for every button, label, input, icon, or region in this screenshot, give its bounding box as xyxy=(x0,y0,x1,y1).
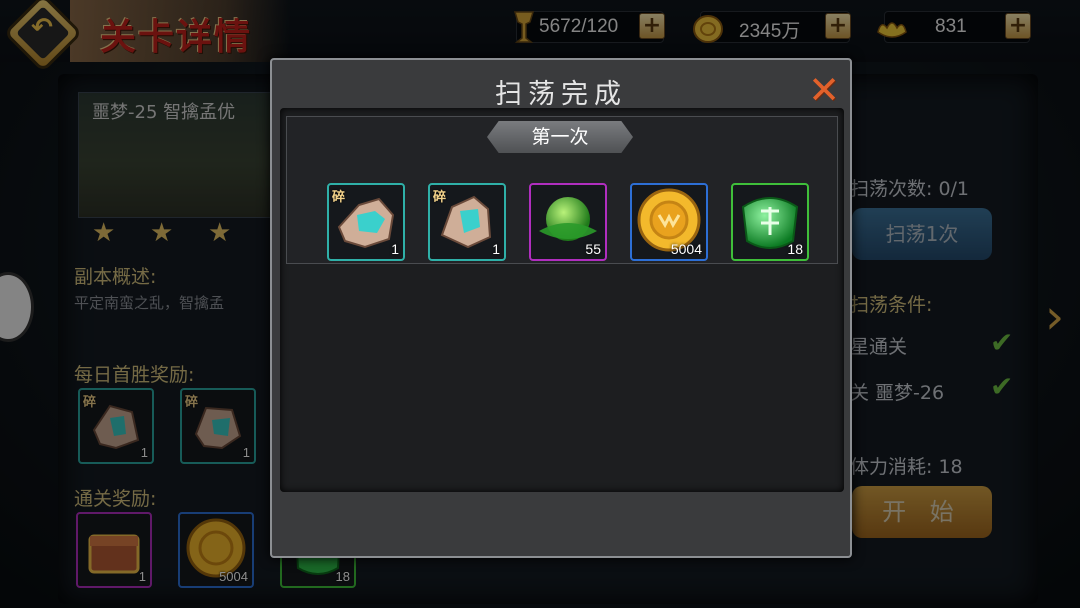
page-title: 关卡详情 xyxy=(100,16,253,58)
reward-item[interactable]: 5004 xyxy=(630,183,708,261)
clear-reward-label: 通关奖励: xyxy=(74,488,157,510)
add-gold-button[interactable]: + xyxy=(1005,13,1031,39)
item-count: 18 xyxy=(787,241,803,257)
back-arrow-icon: ↶ xyxy=(31,13,53,43)
fragment-tag: 碎 xyxy=(83,395,97,410)
dialog-title: 扫荡完成 xyxy=(495,79,627,110)
item-count: 1 xyxy=(242,445,250,460)
screen: ↶ 关卡详情 5672/120 + 2345万 + 831 + 噩梦-25 智擒… xyxy=(0,0,1080,608)
daily-reward-item[interactable]: 碎 1 xyxy=(180,388,256,464)
next-stage-arrow-icon[interactable]: › xyxy=(1045,292,1075,342)
item-count: 5004 xyxy=(219,569,248,584)
daily-reward-label: 每日首胜奖励: xyxy=(74,364,195,386)
reward-item[interactable]: 18 xyxy=(731,183,809,261)
gold-counter: 831 + xyxy=(877,11,1031,43)
reward-item[interactable]: 55 xyxy=(529,183,607,261)
copper-coin-icon xyxy=(693,15,723,43)
stage-name: 噩梦-25 智擒孟优 xyxy=(92,102,236,123)
gold-ingot-icon xyxy=(877,22,907,38)
item-count: 1 xyxy=(140,445,148,460)
star-icon: ★ xyxy=(208,218,232,248)
item-count: 5004 xyxy=(670,241,702,257)
check-icon: ✔ xyxy=(990,326,1014,359)
copper-value: 2345万 xyxy=(739,21,801,42)
overview-text: 平定南蛮之乱，智擒孟 xyxy=(74,294,225,312)
sweep-result-dialog: 扫荡完成 ✕ 第一次 碎 1 碎 1 55 5004 18 xyxy=(270,58,852,558)
gold-value: 831 xyxy=(935,16,967,37)
clear-reward-item[interactable]: 5004 xyxy=(178,512,254,588)
copper-counter: 2345万 + xyxy=(693,11,851,43)
star-icon: ★ xyxy=(92,218,116,248)
overview-label: 副本概述: xyxy=(74,266,157,288)
item-count: 55 xyxy=(585,241,601,257)
reward-item[interactable]: 碎 1 xyxy=(428,183,506,261)
start-battle-button[interactable]: 开 始 xyxy=(852,486,992,538)
previous-stage-button[interactable] xyxy=(0,272,34,342)
item-count: 1 xyxy=(138,569,146,584)
top-bar: ↶ 关卡详情 5672/120 + 2345万 + 831 + xyxy=(0,0,1080,69)
sweep-once-button[interactable]: 扫荡1次 xyxy=(852,208,992,260)
item-count: 1 xyxy=(391,241,399,257)
sweep-condition-1: 星通关 xyxy=(850,336,908,358)
sweep-condition-label: 扫荡条件: xyxy=(850,294,933,316)
fragment-tag: 碎 xyxy=(332,190,346,205)
sweep-count: 扫荡次数: 0/1 xyxy=(850,178,970,200)
daily-reward-item[interactable]: 碎 1 xyxy=(78,388,154,464)
add-copper-button[interactable]: + xyxy=(825,13,851,39)
result-list: 第一次 碎 1 碎 1 55 5004 18 xyxy=(280,108,844,492)
item-count: 18 xyxy=(335,569,350,584)
clear-reward-item[interactable]: 1 xyxy=(76,512,152,588)
sweep-round-card: 第一次 碎 1 碎 1 55 5004 18 xyxy=(286,116,838,264)
fragment-tag: 碎 xyxy=(433,190,447,205)
close-icon[interactable]: ✕ xyxy=(806,71,842,109)
item-count: 1 xyxy=(492,241,500,257)
star-icon: ★ xyxy=(150,218,174,248)
stamina-value: 5672/120 xyxy=(539,16,619,37)
add-stamina-button[interactable]: + xyxy=(639,13,665,39)
sweep-condition-2: 关 噩梦-26 xyxy=(850,382,945,404)
fragment-tag: 碎 xyxy=(185,395,199,410)
reward-item[interactable]: 碎 1 xyxy=(327,183,405,261)
check-icon: ✔ xyxy=(990,370,1014,403)
round-label: 第一次 xyxy=(487,121,633,153)
stamina-cost: 体力消耗: 18 xyxy=(850,456,963,478)
stamina-icon xyxy=(513,11,535,43)
stamina-counter: 5672/120 + xyxy=(513,11,665,43)
stage-stars: ★ ★ ★ xyxy=(92,218,252,248)
